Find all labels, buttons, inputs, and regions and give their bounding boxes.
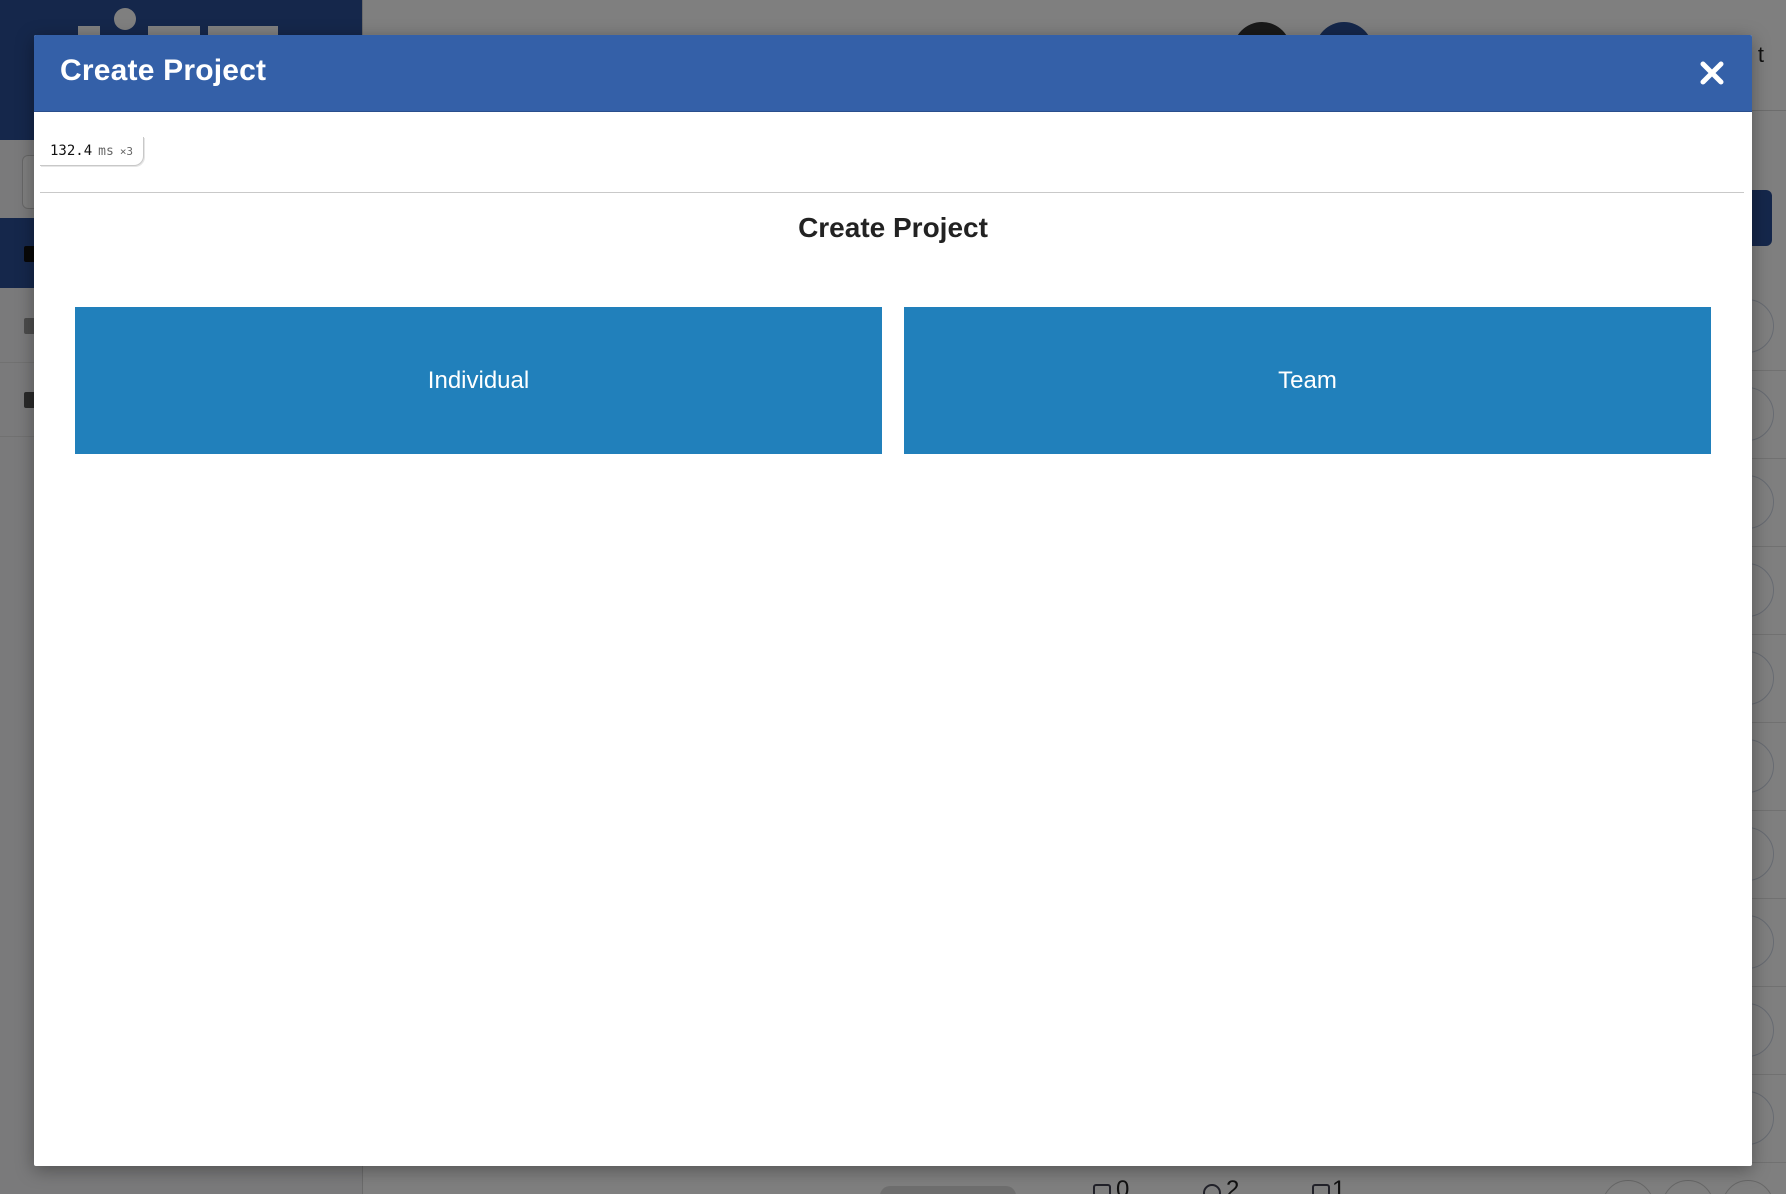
app-screen: t ✎ ✎ ✎ ✎ ✎ ✎ ✎ ✎ ✎ ✎ 0 2 1 Create Proje… (0, 0, 1786, 1194)
team-option-button[interactable]: Team (904, 307, 1711, 454)
individual-option-label: Individual (427, 366, 530, 394)
perf-count: ×3 (119, 144, 134, 158)
performance-badge[interactable]: 132.4 ms ×3 (40, 137, 145, 166)
content-title: Create Project (798, 212, 988, 243)
individual-option-button[interactable]: Individual (75, 307, 882, 454)
divider (40, 192, 1744, 193)
perf-unit: ms (98, 143, 114, 159)
modal-header: Create Project (34, 35, 1752, 112)
perf-time: 132.4 (50, 143, 93, 159)
team-option-label: Team (1278, 366, 1337, 394)
close-icon (1700, 61, 1724, 85)
create-project-modal: Create Project 132.4 ms ×3 Create Projec… (34, 35, 1752, 1166)
close-button[interactable] (1692, 53, 1732, 93)
modal-title: Create Project (60, 54, 267, 87)
